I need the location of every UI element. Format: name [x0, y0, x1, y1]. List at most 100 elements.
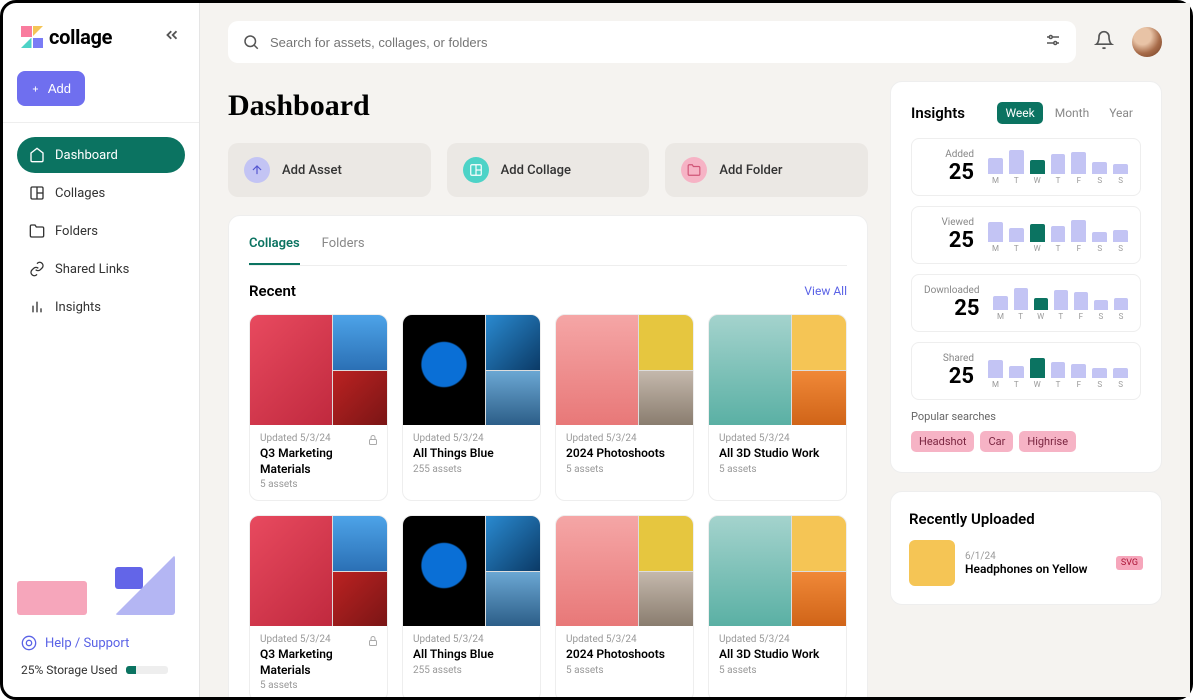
- period-year[interactable]: Year: [1101, 102, 1141, 124]
- assets-count: 5 assets: [566, 464, 683, 475]
- stat-chart: MTWTFSS: [993, 285, 1128, 321]
- plus-icon: [31, 82, 40, 96]
- collage-card[interactable]: Updated 5/3/24 Q3 Marketing Materials 5 …: [249, 314, 388, 501]
- tab-collages[interactable]: Collages: [249, 236, 300, 265]
- recently-uploaded-heading: Recently Uploaded: [909, 510, 1143, 528]
- lock-icon: [367, 431, 379, 450]
- upload-item[interactable]: 6/1/24Headphones on Yellow SVG: [909, 540, 1143, 586]
- updated-text: Updated 5/3/24: [413, 634, 530, 645]
- assets-count: 5 assets: [719, 665, 836, 676]
- search-bar[interactable]: [228, 21, 1076, 63]
- collage-card[interactable]: Updated 5/3/24 2024 Photoshoots 5 assets: [555, 515, 694, 697]
- upload-title: Headphones on Yellow: [965, 562, 1088, 576]
- assets-count: 255 assets: [413, 464, 530, 475]
- collage-thumbnail: [403, 315, 540, 425]
- stat-viewed: Viewed25 MTWTFSS: [911, 206, 1141, 264]
- nav-label: Shared Links: [55, 262, 129, 277]
- collage-card[interactable]: Updated 5/3/24 All Things Blue 255 asset…: [402, 515, 541, 697]
- sidebar-item-dashboard[interactable]: Dashboard: [17, 137, 185, 173]
- collage-title: 2024 Photoshoots: [566, 446, 683, 462]
- folders-icon: [29, 223, 45, 239]
- assets-count: 5 assets: [260, 479, 377, 490]
- tag-headshot[interactable]: Headshot: [911, 431, 974, 452]
- brand-name: collage: [49, 25, 112, 49]
- add-folder-icon: [681, 157, 707, 183]
- stat-chart: MTWTFSS: [988, 353, 1128, 389]
- stat-chart: MTWTFSS: [988, 149, 1128, 185]
- sidebar-item-insights[interactable]: Insights: [17, 289, 185, 325]
- collage-thumbnail: [250, 516, 387, 626]
- upload-thumbnail: [909, 540, 955, 586]
- collage-thumbnail: [403, 516, 540, 626]
- stat-chart: MTWTFSS: [988, 217, 1128, 253]
- tag-highrise[interactable]: Highrise: [1019, 431, 1076, 452]
- collage-card[interactable]: Updated 5/3/24 All 3D Studio Work 5 asse…: [708, 515, 847, 697]
- notifications-icon[interactable]: [1094, 30, 1114, 54]
- stat-value: 25: [924, 228, 974, 253]
- stat-value: 25: [924, 160, 974, 185]
- sidebar-item-shared-links[interactable]: Shared Links: [17, 251, 185, 287]
- insights-heading: Insights: [911, 104, 965, 122]
- assets-count: 5 assets: [260, 680, 377, 691]
- collage-title: All Things Blue: [413, 647, 530, 663]
- updated-text: Updated 5/3/24: [260, 634, 377, 645]
- help-link[interactable]: Help / Support: [17, 629, 185, 657]
- filter-icon[interactable]: [1044, 31, 1062, 53]
- period-month[interactable]: Month: [1047, 102, 1097, 124]
- add-button-label: Add: [48, 81, 71, 96]
- tag-car[interactable]: Car: [980, 431, 1013, 452]
- insights-icon: [29, 299, 45, 315]
- add-collage-icon: [463, 157, 489, 183]
- collage-title: All 3D Studio Work: [719, 446, 836, 462]
- collage-title: All 3D Studio Work: [719, 647, 836, 663]
- add-asset-icon: [244, 157, 270, 183]
- recently-uploaded-panel: Recently Uploaded 6/1/24Headphones on Ye…: [890, 491, 1162, 605]
- updated-text: Updated 5/3/24: [566, 634, 683, 645]
- tab-folders[interactable]: Folders: [322, 236, 365, 265]
- action-add-asset[interactable]: Add Asset: [228, 143, 431, 197]
- collage-title: All Things Blue: [413, 446, 530, 462]
- updated-text: Updated 5/3/24: [719, 634, 836, 645]
- collage-thumbnail: [250, 315, 387, 425]
- search-input[interactable]: [270, 35, 1034, 50]
- search-icon: [242, 33, 260, 51]
- action-label: Add Asset: [282, 163, 342, 178]
- collage-card[interactable]: Updated 5/3/24 All Things Blue 255 asset…: [402, 314, 541, 501]
- collage-card[interactable]: Updated 5/3/24 Q3 Marketing Materials 5 …: [249, 515, 388, 697]
- sidebar: collage Add Dashboard CollagesFolders Shar…: [3, 3, 200, 697]
- collage-thumbnail: [556, 315, 693, 425]
- action-add-collage[interactable]: Add Collage: [447, 143, 650, 197]
- stat-label: Shared: [924, 353, 974, 364]
- action-label: Add Folder: [719, 163, 782, 178]
- action-add-folder[interactable]: Add Folder: [665, 143, 868, 197]
- nav-label: Dashboard: [55, 148, 118, 163]
- sidebar-nav: Dashboard CollagesFolders Shared Links Insi…: [17, 137, 185, 325]
- collage-title: Q3 Marketing Materials: [260, 647, 377, 678]
- brand-logo[interactable]: collage: [21, 25, 112, 49]
- user-avatar[interactable]: [1132, 27, 1162, 57]
- action-label: Add Collage: [501, 163, 571, 178]
- collage-thumbnail: [556, 516, 693, 626]
- collage-thumbnail: [709, 315, 846, 425]
- storage-text: 25% Storage Used: [21, 663, 118, 677]
- dashboard-icon: [29, 147, 45, 163]
- view-all-link[interactable]: View All: [804, 284, 847, 298]
- collapse-sidebar-icon[interactable]: [163, 26, 181, 48]
- page-title: Dashboard: [228, 89, 868, 123]
- collage-card[interactable]: Updated 5/3/24 All 3D Studio Work 5 asse…: [708, 314, 847, 501]
- assets-count: 255 assets: [413, 665, 530, 676]
- collage-card[interactable]: Updated 5/3/24 2024 Photoshoots 5 assets: [555, 314, 694, 501]
- collages-icon: [29, 185, 45, 201]
- stat-downloaded: Downloaded25MTWTFSS: [911, 274, 1141, 332]
- recent-heading: Recent: [249, 282, 296, 300]
- shared-links-icon: [29, 261, 45, 277]
- add-button[interactable]: Add: [17, 71, 85, 106]
- updated-text: Updated 5/3/24: [413, 433, 530, 444]
- period-week[interactable]: Week: [997, 102, 1042, 124]
- file-type-badge: SVG: [1116, 556, 1143, 570]
- stat-label: Viewed: [924, 217, 974, 228]
- sidebar-item-folders[interactable]: Folders: [17, 213, 185, 249]
- logo-icon: [21, 26, 43, 48]
- updated-text: Updated 5/3/24: [260, 433, 377, 444]
- sidebar-item-collages[interactable]: Collages: [17, 175, 185, 211]
